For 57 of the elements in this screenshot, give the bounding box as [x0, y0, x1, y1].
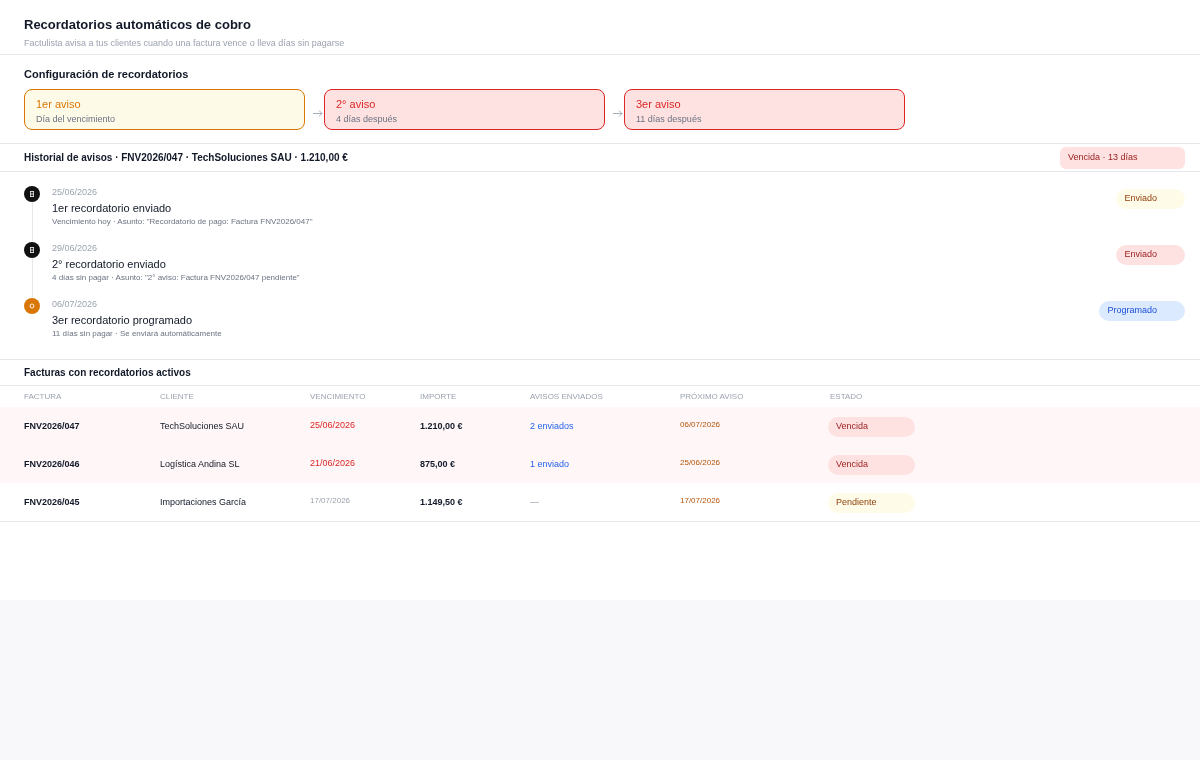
step-detail: 4 días después	[336, 113, 398, 125]
status-badge: Programado	[1099, 301, 1185, 321]
table-title: Facturas con recordatorios activos	[24, 366, 191, 379]
event-date: 06/07/2026	[52, 298, 98, 310]
column-header: VENCIMIENTO	[310, 390, 366, 403]
event-date: 29/06/2026	[52, 242, 98, 254]
table-cell: 17/07/2026	[310, 495, 351, 507]
step-label: 3er aviso	[636, 97, 681, 111]
status-dot-icon	[24, 242, 40, 258]
event-date: 25/06/2026	[52, 186, 98, 198]
status-badge: Vencida	[828, 455, 915, 475]
status-badge: Enviado	[1116, 189, 1185, 209]
table-cell: FNV2026/046	[24, 458, 80, 470]
reminders-link[interactable]: 1 enviado	[530, 458, 570, 470]
column-header: ESTADO	[830, 390, 863, 403]
history-title: Historial de avisos · FNV2026/047 · TechSoluciones SAU · 1.210,00 €	[24, 151, 348, 164]
status-dot-icon	[24, 186, 40, 202]
table-cell: Logística Andina SL	[160, 458, 240, 470]
reminders-link[interactable]: 2 enviados	[530, 420, 574, 432]
event-detail: 4 días sin pagar · Asunto: "2° aviso: Factura FNV2026/047 pendiente"	[52, 272, 300, 284]
column-header: CLIENTE	[160, 390, 194, 403]
table-cell: 17/07/2026	[680, 495, 721, 507]
column-header: PRÓXIMO AVISO	[680, 390, 744, 403]
step-detail: Día del vencimiento	[36, 113, 116, 125]
event-title: 3er recordatorio programado	[52, 313, 193, 327]
table-cell: 1.210,00 €	[420, 420, 463, 432]
column-header: IMPORTE	[420, 390, 457, 403]
table-cell: —	[530, 496, 539, 508]
step-detail: 11 días después	[636, 113, 702, 125]
table-cell: 25/06/2026	[680, 457, 721, 469]
event-title: 1er recordatorio enviado	[52, 201, 172, 215]
table-cell: FNV2026/045	[24, 496, 80, 508]
status-badge: Vencida · 13 días	[1060, 146, 1185, 169]
status-badge: Enviado	[1116, 245, 1185, 265]
table-cell: Importaciones García	[160, 496, 247, 508]
status-badge: Vencida	[828, 417, 915, 437]
column-header: AVISOS ENVIADOS	[530, 390, 603, 403]
step-label: 2° aviso	[336, 97, 376, 111]
page-title: Recordatorios automáticos de cobro	[24, 17, 251, 33]
event-detail: 11 días sin pagar · Se enviará automáticamente	[52, 328, 222, 340]
step-label: 1er aviso	[36, 97, 81, 111]
column-header: FACTURA	[24, 390, 62, 403]
table-cell: FNV2026/047	[24, 420, 80, 432]
table-cell: 21/06/2026	[310, 456, 356, 469]
page-subtitle: Factulista avisa a tus clientes cuando una factura vence o lleva días sin pagarse	[24, 37, 345, 49]
event-title: 2° recordatorio enviado	[52, 257, 166, 271]
arrow-icon	[613, 110, 623, 117]
status-dot-icon	[24, 298, 40, 314]
arrow-icon	[313, 110, 323, 117]
table-cell: 875,00 €	[420, 458, 456, 470]
table-cell: 1.149,50 €	[420, 496, 463, 508]
table-cell: 06/07/2026	[680, 419, 721, 431]
table-cell: TechSoluciones SAU	[160, 420, 245, 432]
section-title: Configuración de recordatorios	[24, 68, 189, 80]
event-detail: Vencimiento hoy · Asunto: "Recordatorio de pago: Factura FNV2026/047"	[52, 216, 313, 228]
table-cell: 25/06/2026	[310, 418, 356, 431]
status-badge: Pendiente	[828, 493, 915, 513]
